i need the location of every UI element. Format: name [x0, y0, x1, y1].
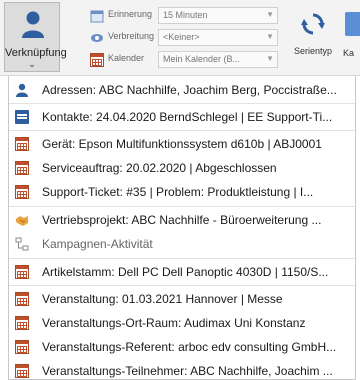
visibility-select[interactable]: <Keiner> ▼: [158, 29, 278, 46]
menu-divider: [9, 130, 355, 131]
ribbon-options: Erinnerung 15 Minuten ▼ Verbreitung <Kei…: [90, 6, 286, 72]
chevron-down-icon: ⌄: [28, 59, 36, 69]
menu-item-artikelstamm[interactable]: Artikelstamm: Dell PC Dell Panoptic 4030…: [9, 260, 355, 284]
menu-divider: [9, 285, 355, 286]
handshake-icon: [16, 216, 28, 226]
menu-item-serviceauftrag[interactable]: Serviceauftrag: 20.02.2020 | Abgeschloss…: [9, 156, 355, 180]
menu-divider: [9, 206, 355, 207]
ka-label: Ka: [343, 48, 355, 58]
calendar-select[interactable]: Mein Kalender (B... ▼: [158, 51, 278, 68]
calendar-value: Mein Kalender (B...: [163, 54, 241, 64]
menu-divider: [9, 258, 355, 259]
menu-item-label: Support-Ticket: #35 | Problem: Produktle…: [42, 185, 314, 199]
calendar-grid-icon: [15, 137, 29, 151]
menu-item-vertriebsprojekt[interactable]: Vertriebsprojekt: ABC Nachhilfe - Büroer…: [9, 208, 355, 232]
menu-item-veranstaltungs-teilnehmer[interactable]: Veranstaltungs-Teilnehmer: ABC Nachhilfe…: [9, 359, 355, 380]
reminder-icon: [90, 10, 104, 23]
menu-item-adressen[interactable]: Adressen: ABC Nachhilfe, Joachim Berg, P…: [9, 78, 355, 102]
recurrence-icon: [301, 13, 325, 35]
reminder-label: Erinnerung: [108, 9, 153, 19]
reminder-row: Erinnerung 15 Minuten ▼: [90, 6, 286, 26]
menu-item-veranstaltungs-referent[interactable]: Veranstaltungs-Referent: arboc edv consu…: [9, 335, 355, 359]
menu-item-label: Veranstaltungs-Teilnehmer: ABC Nachhilfe…: [42, 364, 333, 378]
menu-item-label: Vertriebsprojekt: ABC Nachhilfe - Büroer…: [42, 213, 322, 227]
calendar-label: Kalender: [108, 53, 145, 63]
person-icon: [22, 11, 44, 38]
visibility-value: <Keiner>: [163, 32, 200, 42]
menu-item-label: Veranstaltungs-Referent: arboc edv consu…: [42, 340, 337, 354]
visibility-row: Verbreitung <Keiner> ▼: [90, 28, 286, 48]
menu-item-label: Veranstaltungs-Ort-Raum: Audimax Uni Kon…: [42, 316, 306, 330]
menu-item-label: Adressen: ABC Nachhilfe, Joachim Berg, P…: [42, 83, 337, 97]
menu-divider: [9, 103, 355, 104]
calendar-grid-icon: [15, 265, 29, 279]
menu-item-label: Serviceauftrag: 20.02.2020 | Abgeschloss…: [42, 161, 277, 175]
menu-item-veranstaltung[interactable]: Veranstaltung: 01.03.2021 Hannover | Mes…: [9, 287, 355, 311]
calendar-grid-icon: [15, 161, 29, 175]
calendar-grid-icon: [15, 364, 29, 378]
serientyp-label: Serientyp: [293, 46, 333, 56]
verknuepfung-label: Verknüpfung: [5, 47, 67, 59]
calendar-icon: [90, 53, 104, 67]
menu-item-kontakte[interactable]: Kontakte: 24.04.2020 BerndSchlegel | EE …: [9, 105, 355, 129]
calendar-grid-icon: [15, 292, 29, 306]
visibility-icon: [91, 34, 103, 42]
dropdown-arrow-icon: ▼: [266, 32, 274, 41]
menu-item-geraet[interactable]: Gerät: Epson Multifunktionssystem d610b …: [9, 132, 355, 156]
contact-card-icon: [15, 110, 29, 124]
person-icon: [16, 83, 28, 97]
calendar-grid-icon: [15, 316, 29, 330]
calendar-row: Kalender Mein Kalender (B... ▼: [90, 50, 286, 70]
visibility-label: Verbreitung: [108, 31, 155, 41]
calendar-grid-icon: [15, 340, 29, 354]
ka-icon: [345, 12, 360, 36]
menu-item-support-ticket[interactable]: Support-Ticket: #35 | Problem: Produktle…: [9, 180, 355, 204]
ka-button[interactable]: Ka: [341, 2, 360, 72]
menu-item-kampagnen-aktivitaet[interactable]: Kampagnen-Aktivität: [9, 232, 355, 256]
menu-item-label: Veranstaltung: 01.03.2021 Hannover | Mes…: [42, 292, 283, 306]
dropdown-arrow-icon: ▼: [266, 54, 274, 63]
dropdown-arrow-icon: ▼: [266, 10, 274, 19]
verknuepfung-menu: Adressen: ABC Nachhilfe, Joachim Berg, P…: [8, 76, 356, 380]
menu-item-label: Kontakte: 24.04.2020 BerndSchlegel | EE …: [42, 110, 333, 124]
campaign-icon: [15, 237, 29, 251]
reminder-value: 15 Minuten: [163, 10, 208, 20]
menu-item-veranstaltungs-ort-raum[interactable]: Veranstaltungs-Ort-Raum: Audimax Uni Kon…: [9, 311, 355, 335]
ribbon-toolbar: Verknüpfung ⌄ Erinnerung 15 Minuten ▼ Ve…: [0, 0, 360, 76]
menu-item-label: Gerät: Epson Multifunktionssystem d610b …: [42, 137, 322, 151]
menu-item-label: Artikelstamm: Dell PC Dell Panoptic 4030…: [42, 265, 329, 279]
menu-item-label: Kampagnen-Aktivität: [42, 237, 153, 251]
serientyp-button[interactable]: Serientyp: [290, 2, 336, 72]
verknuepfung-button[interactable]: Verknüpfung ⌄: [4, 2, 67, 72]
calendar-grid-icon: [15, 185, 29, 199]
reminder-select[interactable]: 15 Minuten ▼: [158, 7, 278, 24]
